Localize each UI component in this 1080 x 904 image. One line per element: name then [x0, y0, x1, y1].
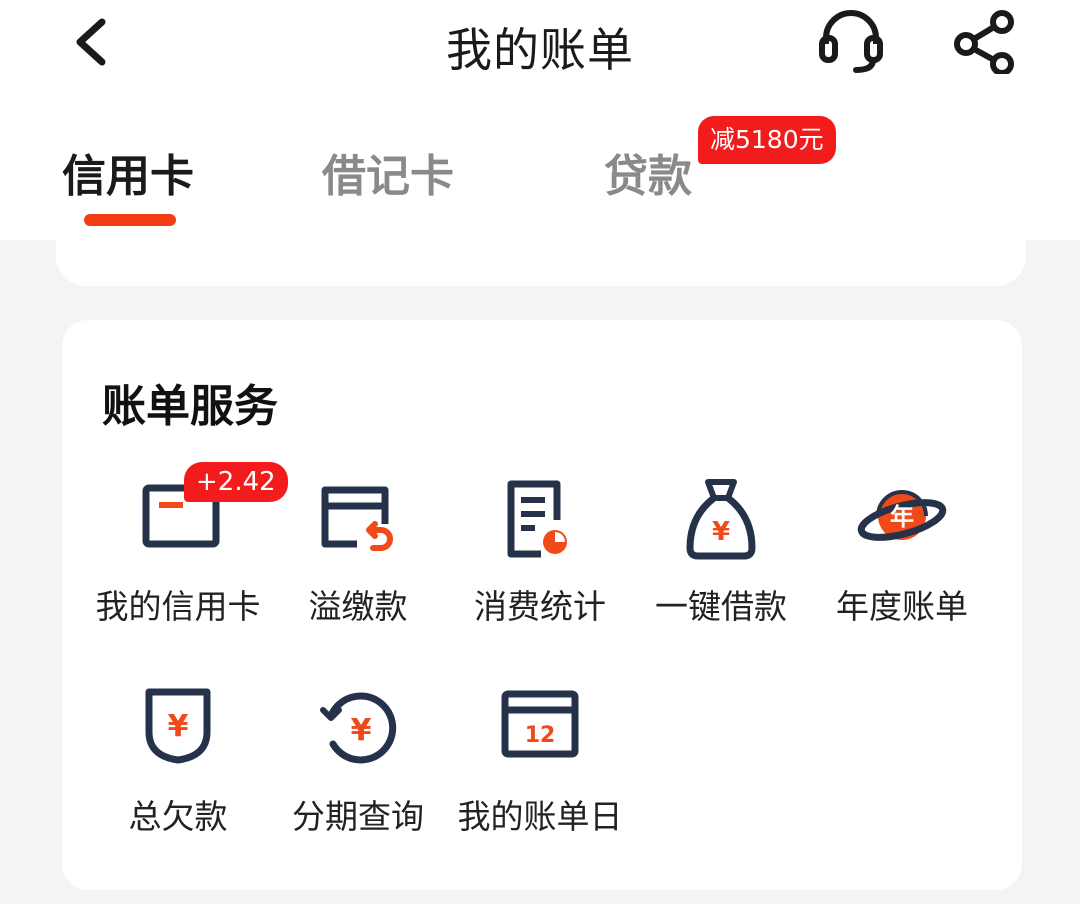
customer-service-button[interactable] [816, 10, 886, 74]
service-label: 消费统计 [474, 587, 606, 626]
service-my-credit-card[interactable]: 我的信用卡 [88, 476, 268, 656]
tab-credit-card[interactable]: 信用卡 [62, 140, 194, 204]
money-bag-icon: ¥ [686, 479, 756, 560]
tab-card [56, 96, 1026, 286]
headset-icon [819, 10, 883, 73]
report-chart-icon [507, 480, 567, 558]
calendar-icon: 12 [501, 690, 579, 758]
service-installment-query[interactable]: ¥ 分期查询 [268, 686, 448, 866]
section-title: 账单服务 [102, 381, 278, 432]
svg-text:¥: ¥ [168, 709, 189, 744]
active-tab-indicator [84, 214, 176, 226]
app-header: 我的账单 [0, 0, 1080, 90]
planet-year-icon: 年 [857, 490, 947, 541]
share-button[interactable] [950, 10, 1020, 76]
svg-text:¥: ¥ [351, 713, 372, 748]
yuan-cycle-icon: ¥ [320, 692, 397, 764]
card-refund-icon [321, 486, 393, 551]
service-annual-bill[interactable]: 年 年度账单 [812, 476, 992, 656]
service-spending-stats[interactable]: 消费统计 [450, 476, 630, 656]
service-label: 我的信用卡 [95, 587, 261, 626]
yuan-shield-icon: ¥ [145, 688, 211, 764]
svg-text:¥: ¥ [712, 517, 730, 547]
page-title: 我的账单 [446, 23, 634, 77]
planet-year-text: 年 [890, 503, 914, 531]
service-label: 总欠款 [128, 797, 228, 836]
loan-discount-badge: 减5180元 [698, 116, 836, 164]
tab-loan[interactable]: 贷款 [604, 140, 692, 204]
service-label: 分期查询 [292, 797, 424, 836]
service-label: 年度账单 [836, 587, 968, 626]
tab-debit-card[interactable]: 借记卡 [322, 140, 454, 204]
service-label: 我的账单日 [457, 797, 623, 836]
service-quick-loan[interactable]: ¥ 一键借款 [631, 476, 811, 656]
service-label: 溢缴款 [308, 587, 408, 626]
share-icon [954, 10, 1014, 76]
service-billing-date[interactable]: 12 我的账单日 [450, 686, 630, 866]
service-overpayment[interactable]: 溢缴款 [268, 476, 448, 656]
calendar-day-text: 12 [525, 723, 556, 748]
service-label: 一键借款 [655, 587, 787, 626]
service-total-debt[interactable]: ¥ 总欠款 [88, 686, 268, 866]
